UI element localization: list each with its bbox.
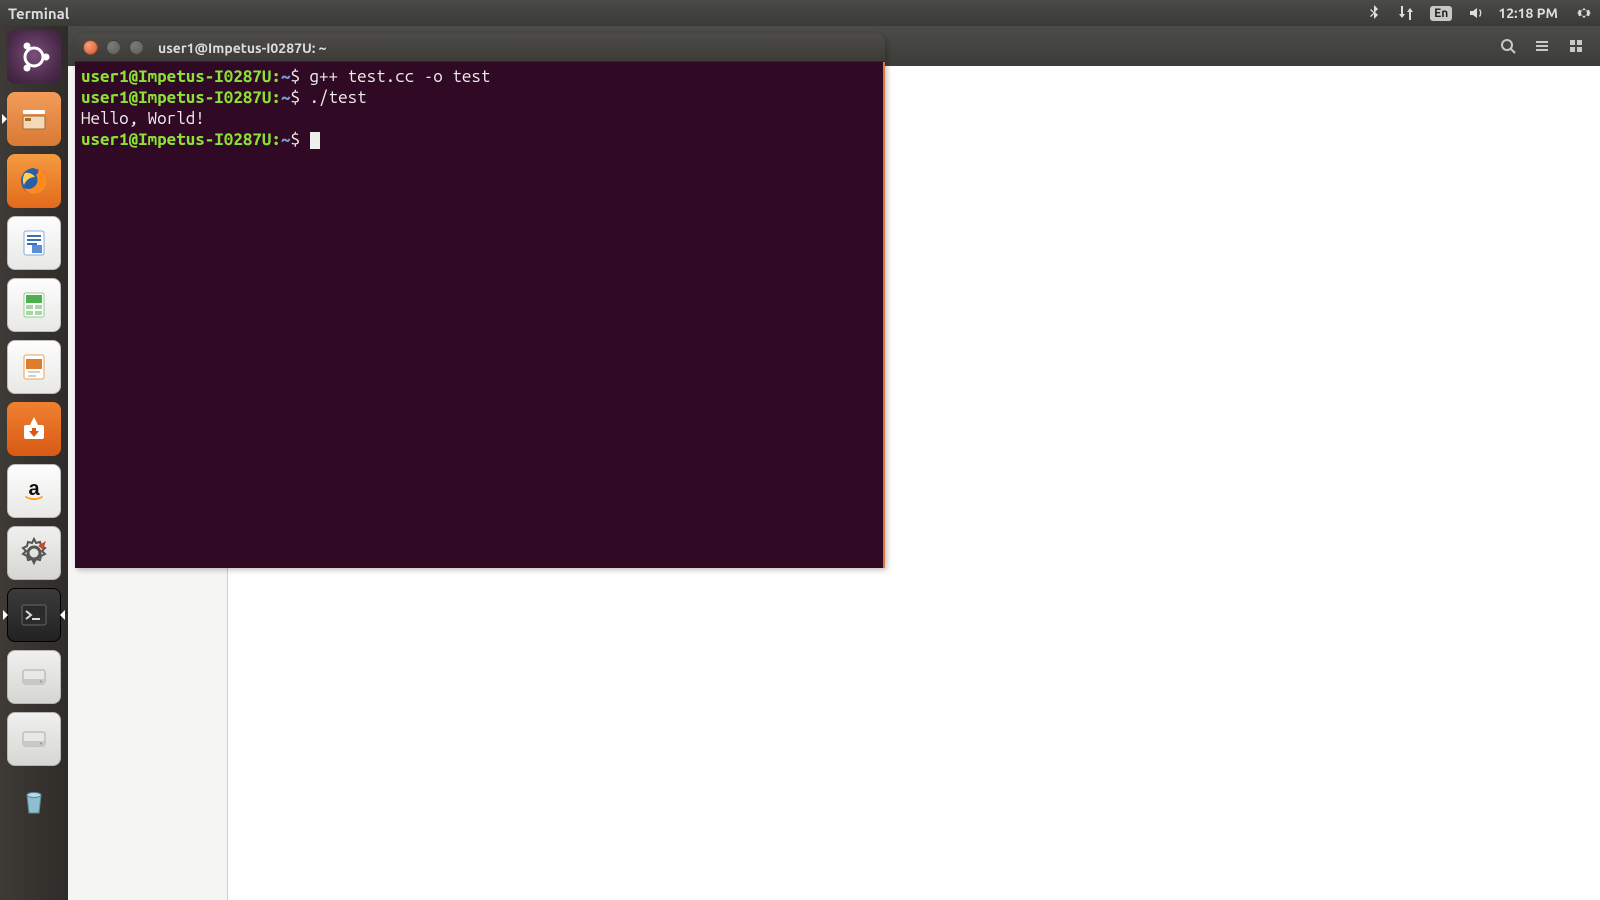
- bluetooth-icon[interactable]: [1358, 0, 1390, 26]
- view-list-icon[interactable]: [1528, 32, 1556, 60]
- prompt-symbol: $: [290, 130, 309, 149]
- terminal-command: g++ test.cc -o test: [310, 67, 491, 86]
- terminal-output: Hello, World!: [81, 108, 877, 129]
- launcher-disk1[interactable]: [7, 650, 61, 704]
- terminal-window[interactable]: user1@Impetus-I0287U: ~ user1@Impetus-I0…: [75, 34, 885, 568]
- launcher-impress[interactable]: [7, 340, 61, 394]
- clock[interactable]: 12:18 PM: [1492, 5, 1568, 21]
- launcher-disk2[interactable]: [7, 712, 61, 766]
- launcher-trash[interactable]: [7, 774, 61, 828]
- top-panel: Terminal En 12:18 PM: [0, 0, 1600, 26]
- network-icon[interactable]: [1390, 0, 1422, 26]
- terminal-title: user1@Impetus-I0287U: ~: [158, 40, 327, 56]
- terminal-cursor: [310, 132, 320, 149]
- prompt-user-host: user1@Impetus-I0287U: [81, 67, 271, 86]
- view-grid-icon[interactable]: [1562, 32, 1590, 60]
- active-app-title: Terminal: [0, 5, 69, 22]
- launcher-dash[interactable]: [7, 30, 61, 84]
- terminal-titlebar[interactable]: user1@Impetus-I0287U: ~: [75, 34, 885, 62]
- launcher-writer[interactable]: [7, 216, 61, 270]
- window-maximize-button[interactable]: [129, 40, 144, 55]
- language-badge: En: [1430, 6, 1452, 21]
- terminal-command: ./test: [310, 88, 367, 107]
- search-icon[interactable]: [1494, 32, 1522, 60]
- prompt-user-host: user1@Impetus-I0287U: [81, 88, 271, 107]
- svg-text:a: a: [28, 478, 40, 500]
- prompt-user-host: user1@Impetus-I0287U: [81, 130, 271, 149]
- launcher-amazon[interactable]: a: [7, 464, 61, 518]
- language-indicator[interactable]: En: [1422, 0, 1460, 26]
- window-close-button[interactable]: [83, 40, 98, 55]
- window-minimize-button[interactable]: [106, 40, 121, 55]
- launcher-calc[interactable]: [7, 278, 61, 332]
- launcher: a: [0, 26, 68, 900]
- prompt-symbol: $: [290, 88, 309, 107]
- launcher-firefox[interactable]: [7, 154, 61, 208]
- terminal-body[interactable]: user1@Impetus-I0287U:~$ g++ test.cc -o t…: [75, 62, 885, 568]
- launcher-terminal[interactable]: [7, 588, 61, 642]
- prompt-symbol: $: [290, 67, 309, 86]
- launcher-software[interactable]: [7, 402, 61, 456]
- sound-icon[interactable]: [1460, 0, 1492, 26]
- launcher-settings[interactable]: [7, 526, 61, 580]
- session-gear-icon[interactable]: [1568, 0, 1600, 26]
- launcher-files[interactable]: [7, 92, 61, 146]
